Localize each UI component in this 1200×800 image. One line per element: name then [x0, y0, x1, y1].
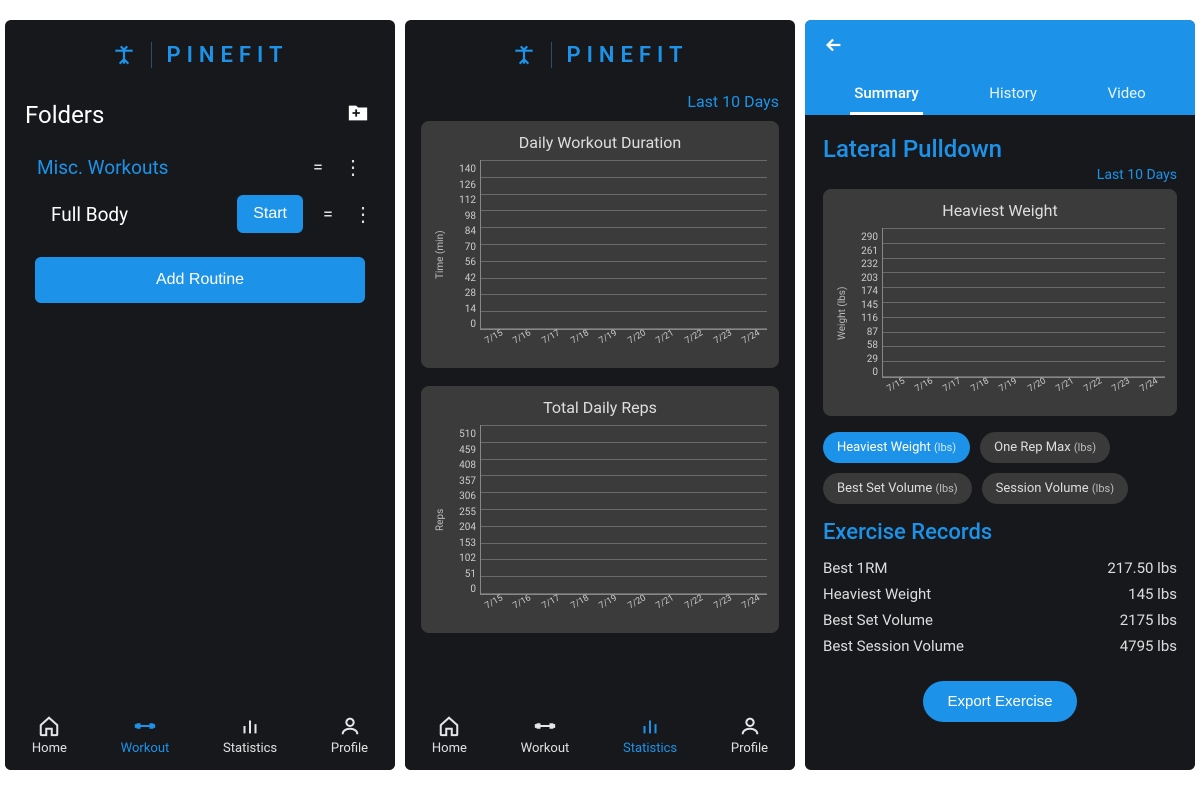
chart-title: Heaviest Weight	[835, 201, 1165, 220]
tab-history[interactable]: History	[985, 74, 1041, 115]
y-axis-label: Weight (lbs)	[835, 228, 850, 398]
records-heading: Exercise Records	[823, 520, 1177, 545]
y-axis-label: Time (min)	[433, 160, 448, 350]
date-range-link[interactable]: Last 10 Days	[823, 167, 1177, 183]
bottom-nav: Home Workout Statistics Profile	[5, 707, 395, 770]
records-list: Best 1RM217.50 lbsHeaviest Weight145 lbs…	[823, 555, 1177, 659]
x-axis-ticks: 7/157/167/177/187/197/207/217/227/237/24	[883, 385, 1165, 395]
home-icon	[38, 715, 60, 737]
drag-handle-icon[interactable]: =	[317, 204, 339, 225]
chip-best-set-volume[interactable]: Best Set Volume (lbs)	[823, 473, 972, 504]
dumbbell-icon	[534, 715, 556, 737]
tab-summary[interactable]: Summary	[850, 74, 922, 115]
y-axis-label: Reps	[433, 425, 448, 615]
dumbbell-logo-icon	[111, 42, 137, 68]
screen-statistics: PINEFIT Last 10 Days Daily Workout Durat…	[405, 20, 795, 770]
add-routine-button[interactable]: Add Routine	[35, 257, 365, 303]
nav-workout[interactable]: Workout	[521, 715, 570, 756]
top-app-bar: Summary History Video	[805, 20, 1195, 115]
x-axis-ticks: 7/157/167/177/187/197/207/217/227/237/24	[481, 337, 767, 347]
chart-bars	[883, 228, 1165, 377]
nav-statistics[interactable]: Statistics	[223, 715, 277, 756]
date-range-link[interactable]: Last 10 Days	[405, 86, 795, 121]
chip-one-rep-max[interactable]: One Rep Max (lbs)	[980, 432, 1110, 463]
folder-name: Misc. Workouts	[37, 156, 169, 179]
arrow-left-icon	[823, 34, 845, 56]
person-icon	[339, 715, 361, 737]
record-row: Best Session Volume4795 lbs	[823, 633, 1177, 659]
home-icon	[438, 715, 460, 737]
start-button[interactable]: Start	[237, 195, 303, 233]
record-row: Heaviest Weight145 lbs	[823, 581, 1177, 607]
brand-name: PINEFIT	[566, 43, 688, 68]
back-button[interactable]	[819, 30, 849, 66]
chart-card-reps: Total Daily Reps Reps5104594083573062552…	[421, 386, 779, 633]
nav-home[interactable]: Home	[432, 715, 467, 756]
dumbbell-logo-icon	[511, 42, 537, 68]
brand-name: PINEFIT	[166, 43, 288, 68]
screen-exercise-detail: Summary History Video Lateral Pulldown Las…	[805, 20, 1195, 770]
x-axis-ticks: 7/157/167/177/187/197/207/217/227/237/24	[481, 602, 767, 612]
chip-heaviest-weight[interactable]: Heaviest Weight (lbs)	[823, 432, 970, 463]
bottom-nav: Home Workout Statistics Profile	[405, 707, 795, 770]
drag-handle-icon[interactable]: =	[307, 157, 329, 178]
chart-plot: 7/157/167/177/187/197/207/217/227/237/24	[480, 160, 767, 330]
exercise-title: Lateral Pulldown	[823, 135, 1177, 163]
person-icon	[739, 715, 761, 737]
chart-card-duration: Daily Workout Duration Time (min)1401261…	[421, 121, 779, 368]
bars-icon	[239, 715, 261, 737]
tab-bar: Summary History Video	[819, 74, 1181, 115]
y-axis-ticks: 2902612322031741451168758290	[850, 228, 882, 398]
chart-title: Daily Workout Duration	[433, 133, 767, 152]
chart-card-weight: Heaviest Weight Weight (lbs)290261232203…	[823, 189, 1177, 416]
record-row: Best 1RM217.50 lbs	[823, 555, 1177, 581]
export-exercise-button[interactable]: Export Exercise	[923, 681, 1076, 722]
folders-heading: Folders	[25, 101, 104, 129]
routine-row: Full Body Start = ⋮	[21, 187, 379, 241]
nav-profile[interactable]: Profile	[331, 715, 368, 756]
bars-icon	[639, 715, 661, 737]
more-icon[interactable]: ⋮	[353, 202, 373, 226]
chart-plot: 7/157/167/177/187/197/207/217/227/237/24	[882, 228, 1165, 378]
brand-header: PINEFIT	[5, 20, 395, 86]
chart-bars	[481, 160, 767, 329]
chip-session-volume[interactable]: Session Volume (lbs)	[982, 473, 1128, 504]
tab-video[interactable]: Video	[1104, 74, 1150, 115]
nav-workout[interactable]: Workout	[121, 715, 170, 756]
y-axis-ticks: 510459408357306255204153102510	[448, 425, 480, 615]
nav-profile[interactable]: Profile	[731, 715, 768, 756]
chart-title: Total Daily Reps	[433, 398, 767, 417]
record-row: Best Set Volume2175 lbs	[823, 607, 1177, 633]
chart-bars	[481, 425, 767, 594]
brand-header: PINEFIT	[405, 20, 795, 86]
folder-plus-icon	[347, 102, 369, 124]
nav-home[interactable]: Home	[32, 715, 67, 756]
dumbbell-icon	[134, 715, 156, 737]
chart-plot: 7/157/167/177/187/197/207/217/227/237/24	[480, 425, 767, 595]
folder-row[interactable]: Misc. Workouts = ⋮	[21, 147, 379, 187]
routine-name: Full Body	[51, 203, 128, 226]
screen-workout: PINEFIT Folders Misc. Workouts = ⋮ Full …	[5, 20, 395, 770]
more-icon[interactable]: ⋮	[343, 155, 363, 179]
y-axis-ticks: 140126112988470564228140	[448, 160, 480, 350]
metric-chips: Heaviest Weight (lbs) One Rep Max (lbs) Be…	[823, 432, 1177, 504]
nav-statistics[interactable]: Statistics	[623, 715, 677, 756]
add-folder-button[interactable]	[341, 96, 375, 133]
